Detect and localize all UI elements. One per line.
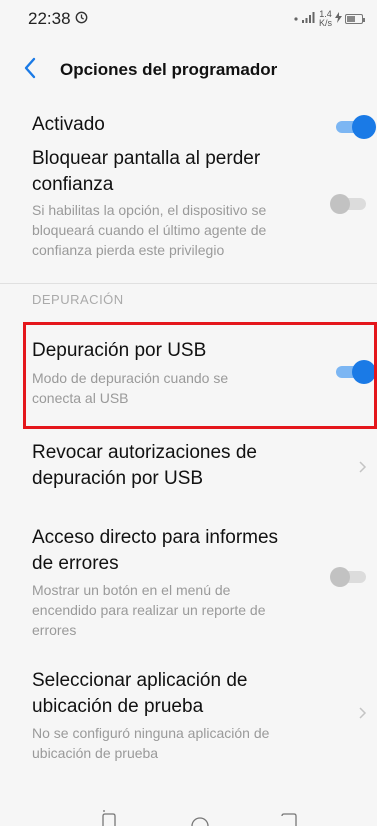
- status-bar: 22:38 1.4 K/s: [0, 0, 377, 38]
- setting-revoke-title-1: Revocar autorizaciones de: [32, 442, 257, 463]
- navigation-bar: [0, 796, 377, 826]
- setting-bloquear-title-2: confianza: [32, 174, 114, 195]
- setting-bug-report-sub-3: errores: [32, 622, 77, 638]
- status-right: 1.4 K/s: [293, 10, 365, 28]
- bloquear-toggle[interactable]: [330, 192, 370, 216]
- setting-bug-report-sub-1: Mostrar un botón en el menú de: [32, 582, 231, 598]
- section-divider: [0, 283, 377, 284]
- highlight-box: [23, 322, 377, 429]
- charging-icon: [335, 12, 342, 26]
- recent-apps-icon[interactable]: [100, 812, 118, 826]
- setting-bug-report-title-2: de errores: [32, 553, 119, 574]
- setting-revoke-usb-auth[interactable]: Revocar autorizaciones de depuración por…: [0, 440, 377, 500]
- setting-mock-location-sub-1: No se configuró ninguna aplicación de: [32, 725, 270, 741]
- chevron-right-icon: [355, 706, 369, 720]
- net-speed: 1.4 K/s: [319, 10, 332, 28]
- setting-activado-title: Activado: [32, 114, 105, 135]
- toggle-knob: [330, 194, 350, 214]
- setting-mock-location-app[interactable]: Seleccionar aplicación de ubicación de p…: [0, 668, 377, 763]
- back-arrow-icon: [23, 57, 37, 84]
- app-bar: Opciones del programador: [0, 48, 377, 92]
- setting-activado[interactable]: Activado: [0, 108, 377, 144]
- status-time: 22:38: [28, 9, 71, 28]
- setting-revoke-title-2: depuración por USB: [32, 468, 204, 489]
- page-title: Opciones del programador: [60, 60, 278, 79]
- signal-icon: [301, 12, 316, 26]
- section-header-depuracion: DEPURACIÓN: [32, 292, 124, 307]
- activado-toggle[interactable]: [336, 115, 376, 139]
- setting-bloquear-sub-3: confianza pierda este privilegio: [32, 242, 225, 258]
- setting-mock-location-title-1: Seleccionar aplicación de: [32, 670, 248, 691]
- setting-bloquear-pantalla[interactable]: Bloquear pantalla al perder confianza Si…: [0, 146, 377, 268]
- back-nav-icon[interactable]: [280, 812, 298, 826]
- battery-fill: [347, 16, 356, 22]
- chevron-right-icon: [355, 460, 369, 474]
- battery-icon: [345, 14, 365, 24]
- setting-bug-report-title-1: Acceso directo para informes: [32, 527, 279, 548]
- setting-bloquear-sub-1: Si habilitas la opción, el dispositivo s…: [32, 202, 267, 218]
- status-left: 22:38: [28, 9, 88, 29]
- dot-icon: [293, 13, 299, 25]
- setting-mock-location-title-2: ubicación de prueba: [32, 696, 204, 717]
- alarm-icon: [75, 9, 88, 29]
- setting-mock-location-sub-2: ubicación de prueba: [32, 745, 159, 761]
- setting-bug-report-sub-2: encendido para realizar un reporte de: [32, 602, 266, 618]
- setting-bloquear-title-1: Bloquear pantalla al perder: [32, 148, 261, 169]
- net-speed-unit: K/s: [318, 18, 332, 28]
- home-icon[interactable]: [190, 812, 210, 826]
- bug-report-toggle[interactable]: [330, 565, 370, 589]
- toggle-knob: [352, 115, 376, 139]
- setting-bloquear-sub-2: bloqueará cuando el último agente de: [32, 222, 267, 238]
- toggle-knob: [330, 567, 350, 587]
- setting-bug-report-shortcut[interactable]: Acceso directo para informes de errores …: [0, 525, 377, 638]
- back-button[interactable]: [0, 48, 60, 92]
